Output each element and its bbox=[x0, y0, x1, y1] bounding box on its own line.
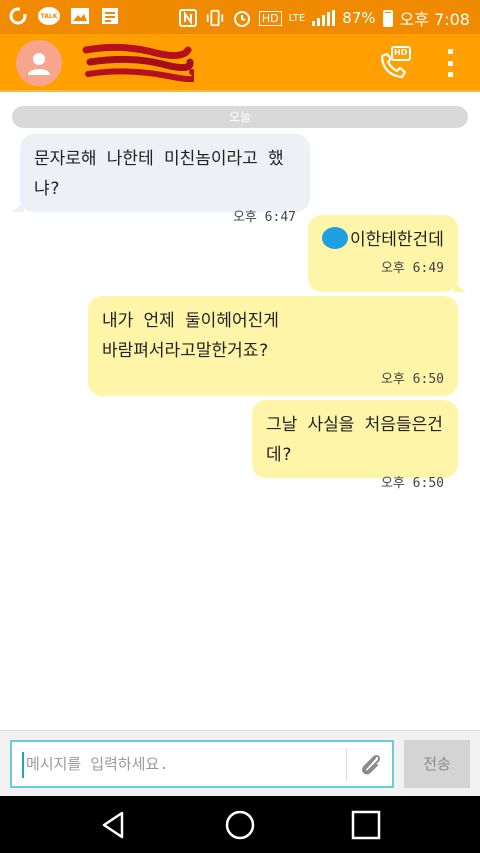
back-icon[interactable] bbox=[98, 809, 130, 841]
message-text: 내가 언제 둘이헤어진게 바람펴서라고말한거죠? bbox=[102, 311, 279, 361]
avatar-icon[interactable] bbox=[16, 40, 62, 86]
hd-voice-call-icon[interactable]: HD bbox=[378, 46, 414, 80]
message-field-container[interactable] bbox=[10, 740, 394, 788]
lte-icon: LTE bbox=[288, 12, 306, 24]
message-list[interactable]: 오늘 문자로해 나한테 미친놈이라고 했냐? 오후 6:47 이한테한건데 오후… bbox=[0, 94, 480, 730]
contact-name-redacted bbox=[82, 42, 200, 83]
alarm-icon bbox=[232, 8, 252, 28]
message-text: 그날 사실을 처음들은건데? bbox=[266, 415, 443, 465]
redaction-blot bbox=[322, 227, 348, 249]
message-time: 오후 6:49 bbox=[380, 261, 444, 276]
navigation-bar bbox=[0, 796, 480, 853]
paperclip-icon[interactable] bbox=[356, 750, 386, 780]
hd-icon: HD bbox=[258, 10, 282, 26]
status-bar-notifications: TALK bbox=[8, 6, 120, 26]
vibrate-icon bbox=[205, 8, 225, 28]
message-text: 이한테한건데 bbox=[350, 230, 444, 250]
signal-icon bbox=[312, 10, 336, 26]
home-icon[interactable] bbox=[224, 809, 256, 841]
battery-percent: 87% bbox=[342, 9, 376, 27]
status-bar: TALK HD LTE 87% 오후 7:08 bbox=[0, 0, 480, 34]
battery-icon bbox=[382, 9, 393, 27]
notes-icon bbox=[100, 6, 120, 26]
message-time: 오후 6:50 bbox=[380, 372, 444, 387]
talk-icon: TALK bbox=[38, 7, 60, 25]
message-text: 문자로해 나한테 미친놈이라고 했냐? bbox=[34, 149, 284, 199]
input-divider bbox=[346, 748, 347, 782]
talk-badge-label: TALK bbox=[40, 12, 58, 20]
image-icon bbox=[70, 6, 90, 26]
chat-header: HD bbox=[0, 34, 480, 92]
recents-icon[interactable] bbox=[350, 809, 382, 841]
send-button[interactable]: 전송 bbox=[404, 740, 470, 788]
message-bubble-outgoing[interactable]: 그날 사실을 처음들은건데? 오후 6:50 bbox=[252, 400, 458, 491]
status-bar-system: HD LTE 87% 오후 7:08 bbox=[178, 6, 470, 30]
call-hd-badge: HD bbox=[394, 48, 408, 57]
status-time: 오후 7:08 bbox=[399, 10, 470, 29]
message-time: 오후 6:50 bbox=[380, 476, 444, 491]
more-menu-icon[interactable] bbox=[440, 46, 460, 80]
message-bubble-outgoing[interactable]: 이한테한건데 오후 6:49 bbox=[308, 215, 466, 292]
message-time: 오후 6:47 bbox=[232, 210, 296, 225]
date-divider: 오늘 bbox=[12, 106, 468, 128]
nfc-icon bbox=[178, 8, 198, 28]
message-input[interactable] bbox=[20, 750, 338, 778]
message-bubble-incoming[interactable]: 문자로해 나한테 미친놈이라고 했냐? 오후 6:47 bbox=[12, 134, 310, 225]
kakao-icon bbox=[8, 6, 28, 26]
message-bubble-outgoing[interactable]: 내가 언제 둘이헤어진게 바람펴서라고말한거죠? 오후 6:50 bbox=[88, 296, 458, 396]
message-input-bar: 전송 bbox=[0, 730, 480, 796]
